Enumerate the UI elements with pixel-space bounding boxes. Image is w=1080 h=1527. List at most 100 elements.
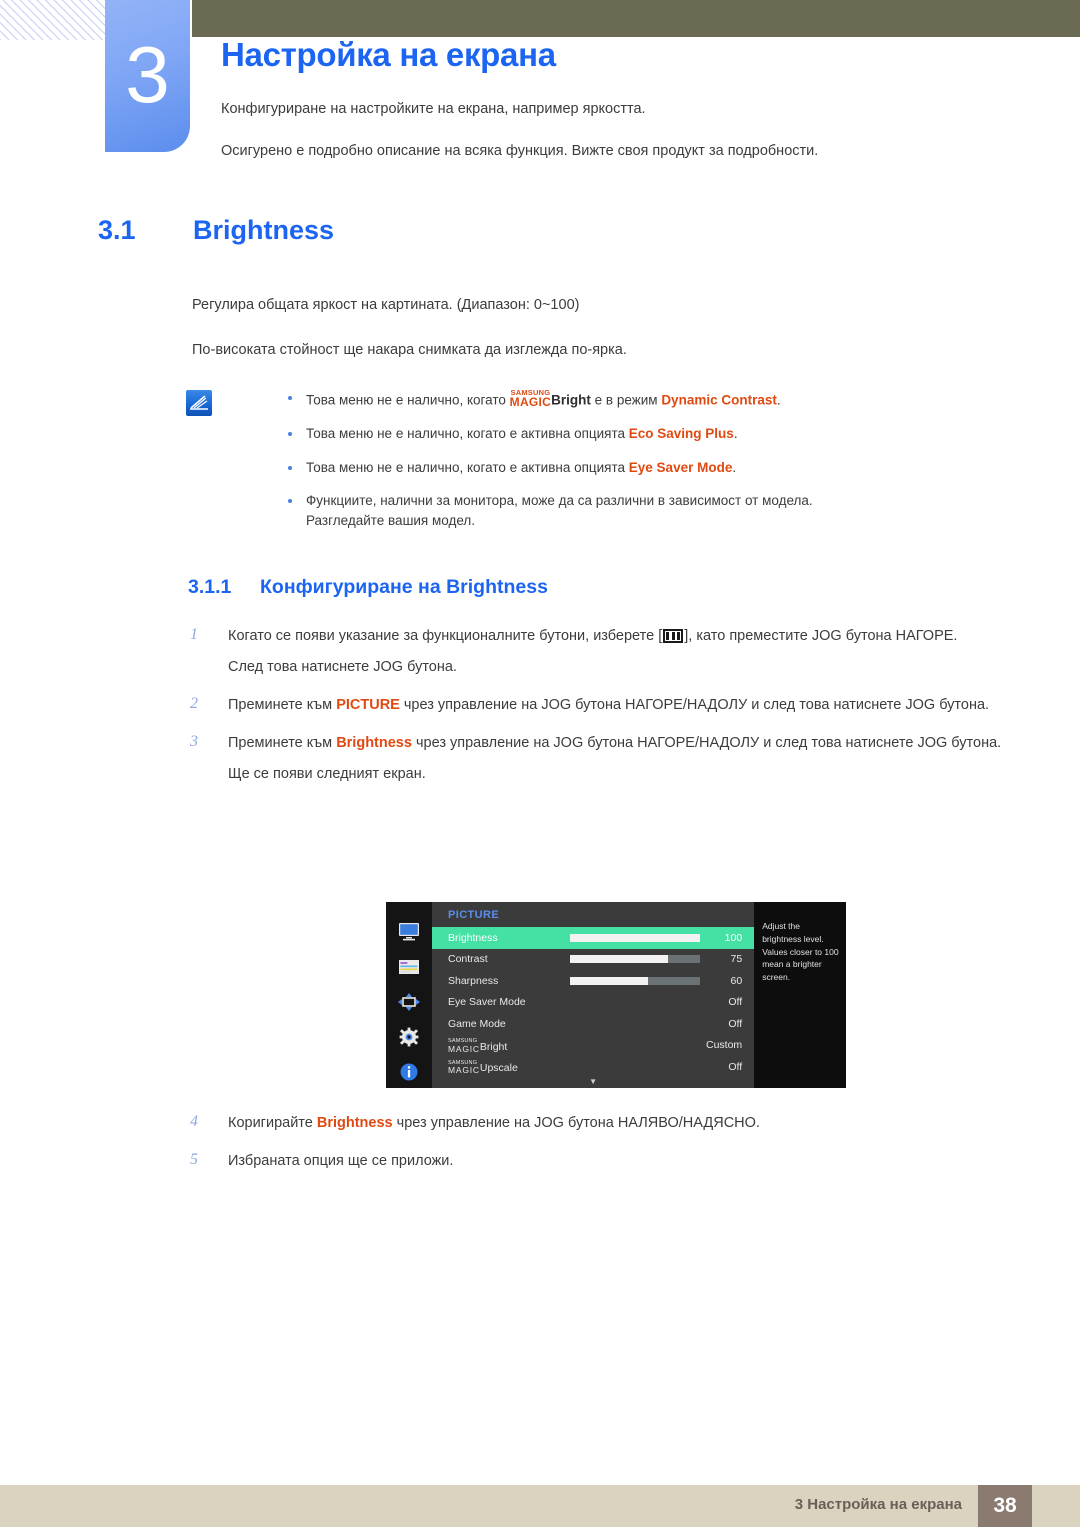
footer-page-number: 38 [978,1485,1032,1527]
step-3-number: 3 [190,733,198,751]
osd-row-sharpness-slider[interactable] [570,976,700,985]
header-olive-bar [192,0,1080,37]
step-1-extra: След това натиснете JOG бутона. [228,659,457,676]
step-2-body: Преминете към PICTURE чрез управление на… [228,694,1030,716]
chapter-subtitle-1: Конфигуриране на настройките на екрана, … [221,101,646,117]
osd-row-magicupscale-value: Off [728,1060,743,1073]
osd-description-panel: Adjust the brightness level. Values clos… [754,902,847,1088]
osd-row-brightness[interactable]: Brightness 100 [432,927,755,949]
step-3-extra: Ще се появи следният екран. [228,766,426,783]
note-pen-icon [186,390,212,416]
osd-row-eye-saver-mode-label: Eye Saver Mode [448,996,526,1009]
header-text-block: Настройка на екрана Конфигуриране на нас… [221,36,1051,183]
osd-sidebar [386,902,432,1088]
step-2: 2 Преминете към PICTURE чрез управление … [190,694,1030,716]
note-item-3-highlight: Eye Saver Mode [628,459,733,475]
osd-row-magicupscale[interactable]: SAMSUNG MAGIC Upscale Off [432,1056,754,1078]
step-2-number: 2 [190,695,198,713]
section-heading: 3.1 Brightness [98,215,334,246]
osd-row-game-mode-label: Game Mode [448,1017,506,1030]
step-4: 4 Коригирайте Brightness чрез управление… [190,1112,1030,1134]
osd-row-magicupscale-label: SAMSUNG MAGIC Upscale [448,1060,570,1074]
note-item-1-highlight: Dynamic Contrast [661,392,777,408]
note-list: Това меню не е налично, когато SAMSUNG MA… [230,388,1026,544]
step-1-text-after: ], като преместите JOG бутона НАГОРЕ. [684,628,958,644]
step-3-text-after: чрез управление на JOG бутона НАГОРЕ/НАД… [411,735,1002,752]
note-block: Това меню не е налично, когато SAMSUNG MA… [186,388,1026,544]
osd-row-eye-saver-mode-value: Off [728,996,743,1009]
osd-samsung-magic-logo: SAMSUNG MAGIC [448,1039,480,1053]
page-header: 3 Настройка на екрана Конфигуриране на н… [0,0,1080,190]
osd-row-magicbright-label: SAMSUNG MAGIC Bright [448,1038,570,1053]
step-4-text-before: Коригирайте [228,1115,317,1131]
osd-scroll-down-arrow[interactable]: ▼ [432,1077,754,1086]
section-paragraph-1: Регулира общата яркост на картината. (Ди… [192,297,580,313]
osd-row-contrast-value: 75 [730,953,743,966]
step-1-number: 1 [190,626,198,643]
note-item-2: Това меню не е налично, когато е активна… [230,424,1026,444]
osd-row-contrast[interactable]: Contrast 75 [432,949,754,971]
note-item-1: Това меню не е налично, когато SAMSUNG MA… [230,388,1026,410]
osd-row-magicbright-word: Bright [479,1040,508,1053]
step-4-number: 4 [190,1113,198,1130]
step-4-body: Коригирайте Brightness чрез управление н… [228,1112,1030,1134]
osd-row-sharpness[interactable]: Sharpness 60 [432,970,754,992]
osd-row-sharpness-value: 60 [730,974,743,987]
section-number: 3.1 [98,215,136,245]
osd-row-eye-saver-mode[interactable]: Eye Saver Mode Off [432,992,754,1014]
section-body: Регулира общата яркост на картината. (Ди… [192,296,1022,385]
four-arrows-icon [397,992,421,1012]
step-5-number: 5 [190,1151,198,1169]
step-4-text-after: чрез управление на JOG бутона НАЛЯВО/НАД… [392,1115,760,1131]
monitor-icon [397,922,421,942]
osd-row-magicupscale-word: Upscale [479,1062,518,1075]
step-3: 3 Преминете към Brightness чрез управлен… [190,732,1030,785]
subsection-number: 3.1.1 [188,576,232,598]
note-item-1-middle: е в режим [590,392,662,408]
step-2-text-before: Преминете към [228,697,337,714]
step-1: 1 Когато се появи указание за функционал… [190,625,1030,678]
note-item-1-suffix: . [776,392,781,408]
note-item-1-prefix: Това меню не е налично, когато [306,392,510,408]
osd-row-game-mode-value: Off [728,1017,743,1030]
samsung-magic-logo: SAMSUNG MAGIC [510,389,552,408]
subsection-heading: 3.1.1 Конфигуриране на Brightness [188,576,548,599]
note-item-4-prefix: Функциите, налични за монитора, може да … [306,493,813,509]
note-item-3: Това меню не е налично, когато е активна… [230,458,1026,478]
osd-row-magicbright-value: Custom [706,1039,743,1052]
menu-bars-icon [663,629,684,643]
step-3-body: Преминете към Brightness чрез управление… [228,732,1030,785]
subsection-title: Конфигуриране на Brightness [260,576,548,598]
info-icon [397,1062,421,1082]
osd-row-contrast-label: Contrast [448,953,488,966]
step-1-text-before: Когато се появи указание за функционални… [228,628,663,644]
note-item-3-suffix: . [732,459,737,475]
step-2-highlight: PICTURE [336,697,400,714]
note-item-2-highlight: Eco Saving Plus [628,426,734,442]
osd-menu-icon [397,957,421,977]
osd-row-brightness-label: Brightness [448,931,498,944]
decorative-hatch-pattern [0,0,106,40]
step-1-body: Когато се появи указание за функционални… [228,625,1030,678]
magic-bright-word: Bright [551,392,591,408]
gear-icon [397,1027,421,1047]
osd-row-game-mode[interactable]: Game Mode Off [432,1013,754,1035]
section-paragraph-2: По-високата стойност ще накара снимката … [192,341,627,358]
note-item-4: Функциите, налични за монитора, може да … [230,491,1026,530]
osd-row-magicbright[interactable]: SAMSUNG MAGIC Bright Custom [432,1035,754,1057]
note-item-2-prefix: Това меню не е налично, когато е активна… [306,426,629,442]
note-item-2-suffix: . [733,426,738,442]
osd-row-brightness-slider[interactable] [570,933,700,942]
section-title: Brightness [193,215,335,245]
note-item-4-second-line: Разгледайте вашия модел. [306,512,476,528]
osd-row-contrast-slider[interactable] [570,955,700,964]
osd-title: PICTURE [448,909,500,921]
step-2-text-after: чрез управление на JOG бутона НАГОРЕ/НАД… [399,697,990,714]
magic-bottom-text: MAGIC [509,394,552,409]
step-4-highlight: Brightness [316,1115,393,1131]
osd-magic-bottom-text-2: MAGIC [448,1065,480,1076]
step-3-text-before: Преминете към [228,735,337,752]
osd-samsung-magic-logo-2: SAMSUNG MAGIC [448,1060,480,1076]
osd-magic-bottom-text: MAGIC [448,1043,480,1054]
steps-list: 1 Когато се появи указание за функционал… [190,625,1030,801]
